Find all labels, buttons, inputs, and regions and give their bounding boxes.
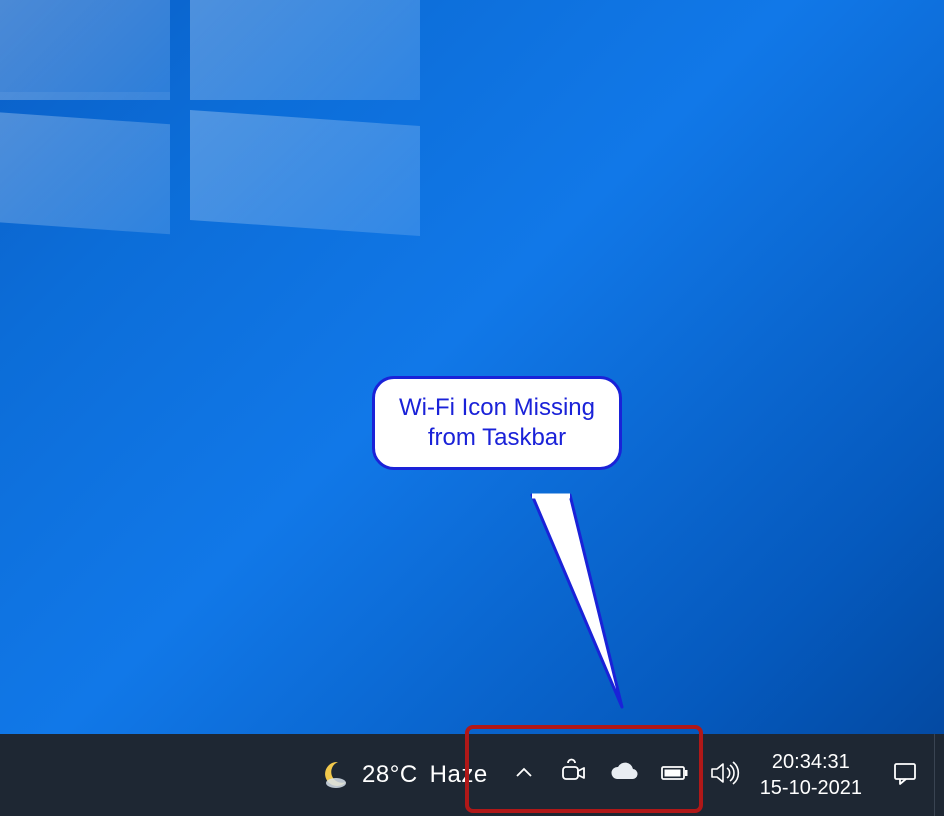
show-desktop-button[interactable] [934, 734, 944, 816]
weather-widget[interactable]: 28°C Haze [304, 734, 500, 816]
time-text: 20:34:31 [772, 749, 850, 775]
cloud-icon [608, 757, 640, 794]
show-hidden-icons-button[interactable] [500, 734, 548, 816]
windows-logo-reflection [0, 0, 450, 250]
weather-condition: Haze [430, 761, 488, 789]
action-center-button[interactable] [876, 734, 934, 816]
speaker-icon [708, 757, 740, 794]
weather-temperature: 28°C [362, 761, 418, 789]
onedrive-button[interactable] [602, 753, 646, 797]
annotation-callout: Wi-Fi Icon Missing from Taskbar [372, 376, 622, 470]
annotation-tail [512, 492, 632, 712]
desktop-wallpaper: Wi-Fi Icon Missing from Taskbar 28°C Haz… [0, 0, 944, 816]
date-text: 15-10-2021 [760, 775, 862, 801]
camera-icon [559, 758, 589, 793]
system-tray [548, 734, 746, 816]
volume-button[interactable] [702, 753, 746, 797]
notification-icon [890, 758, 920, 793]
battery-button[interactable] [652, 753, 696, 797]
chevron-up-icon [514, 763, 534, 788]
annotation-text: Wi-Fi Icon Missing from Taskbar [372, 376, 622, 470]
taskbar: 28°C Haze [0, 734, 944, 816]
battery-icon [658, 757, 690, 794]
clock-button[interactable]: 20:34:31 15-10-2021 [746, 734, 876, 816]
meet-now-button[interactable] [552, 753, 596, 797]
moon-weather-icon [316, 758, 350, 792]
